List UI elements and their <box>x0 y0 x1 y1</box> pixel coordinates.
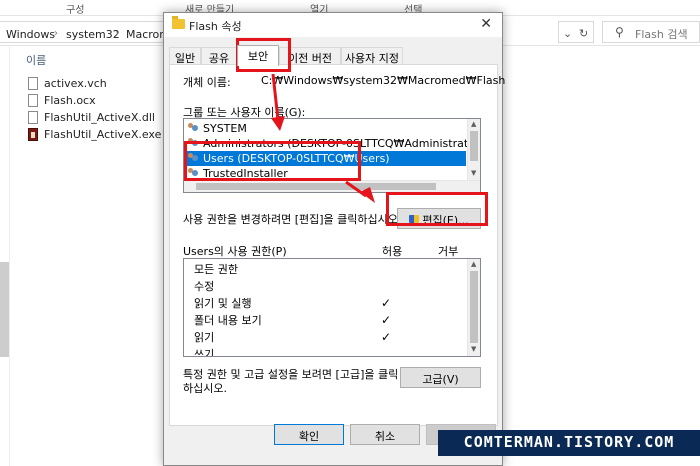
search-input[interactable]: ⚲ Flash 검색 <box>602 21 700 43</box>
permissions-title: Users의 사용 권한(P) <box>183 245 287 258</box>
permission-row: 읽기 및 실행 <box>194 297 252 310</box>
close-icon[interactable]: ✕ <box>480 16 492 32</box>
scrollbar-thumb[interactable] <box>470 271 478 343</box>
tab-general[interactable]: 일반 <box>169 47 201 65</box>
search-placeholder: Flash 검색 <box>635 28 688 41</box>
permissions-allow-header: 허용 <box>382 245 403 258</box>
scrollbar-thumb[interactable] <box>470 131 478 161</box>
file-icon <box>28 94 38 107</box>
scrollbar-thumb[interactable] <box>196 183 436 190</box>
group-name: SYSTEM <box>203 122 247 135</box>
permissions-deny-header: 거부 <box>438 245 459 258</box>
file-name: FlashUtil_ActiveX.exe <box>44 128 162 141</box>
breadcrumb-separator: › <box>54 28 58 39</box>
cancel-button[interactable]: 취소 <box>350 424 420 445</box>
chevron-down-icon[interactable]: ⌄ <box>563 27 572 40</box>
security-panel: 개체 이름: C:₩Windows₩system32₩Macromed₩Flas… <box>169 64 505 426</box>
breadcrumb-windows[interactable]: Windows <box>6 28 55 41</box>
flash-exe-icon <box>28 128 38 141</box>
change-hint: 사용 권한을 변경하려면 [편집]을 클릭하십시오. <box>183 213 402 226</box>
file-icon <box>28 77 38 90</box>
scroll-up-icon[interactable]: ▲ <box>471 120 476 128</box>
breadcrumb-system32[interactable]: system32 <box>66 28 120 41</box>
highlight-edit-button <box>386 192 488 226</box>
ok-button[interactable]: 확인 <box>274 424 344 445</box>
highlight-users-item <box>184 141 361 181</box>
advanced-hint: 하십시오. <box>183 382 227 395</box>
advanced-button[interactable]: 고급(V) <box>400 367 481 388</box>
file-icon <box>28 111 38 124</box>
column-header-name[interactable]: 이름 <box>26 52 46 68</box>
refresh-icon[interactable]: ↻ <box>579 27 588 40</box>
permission-row: 모든 권한 <box>194 263 238 276</box>
tab-customize[interactable]: 사용자 지정 <box>341 47 403 65</box>
group-item-system[interactable]: SYSTEM <box>185 121 466 136</box>
watermark: COMTERMAN.TISTORY.COM <box>438 430 700 456</box>
permissions-list: 모든 권한 수정 읽기 및 실행 폴더 내용 보기 읽기 쓰기 ✓ ✓ ✓ ▲ … <box>183 258 481 357</box>
file-name: FlashUtil_ActiveX.dll <box>44 111 155 124</box>
file-name: activex.vch <box>44 77 107 90</box>
folder-icon <box>172 16 185 29</box>
groups-horizontal-scrollbar[interactable] <box>184 180 480 192</box>
scroll-down-icon[interactable]: ▼ <box>471 169 476 177</box>
permission-row: 수정 <box>194 280 215 293</box>
permission-row: 읽기 <box>194 331 215 344</box>
navigation-pane <box>0 47 10 466</box>
permission-row: 쓰기 <box>194 348 215 357</box>
scroll-up-icon[interactable]: ▲ <box>471 260 476 268</box>
file-name: Flash.ocx <box>44 94 96 107</box>
properties-dialog: Flash 속성 ✕ 일반 공유 보안 이전 버전 사용자 지정 개체 이름: … <box>163 12 505 466</box>
search-icon: ⚲ <box>615 25 624 39</box>
ribbon-tab-organize[interactable]: 구성 <box>66 1 84 16</box>
groups-vertical-scrollbar[interactable]: ▲ ▼ <box>467 119 480 180</box>
permissions-scrollbar[interactable]: ▲ ▼ <box>467 259 480 356</box>
object-name-value: C:₩Windows₩system32₩Macromed₩Flash <box>261 74 506 87</box>
breadcrumb-separator: › <box>115 28 119 39</box>
tab-security[interactable]: 보안 <box>237 45 279 66</box>
allow-check-icon: ✓ <box>381 330 392 344</box>
object-name-label: 개체 이름: <box>183 76 231 89</box>
tab-strip: 일반 공유 보안 이전 버전 사용자 지정 <box>169 45 499 66</box>
dialog-title: Flash 속성 <box>189 20 242 33</box>
breadcrumb[interactable]: Windows › system32 › Macromed <box>0 21 184 43</box>
allow-check-icon: ✓ <box>381 296 392 310</box>
scroll-down-icon[interactable]: ▼ <box>471 345 476 353</box>
allow-check-icon: ✓ <box>381 313 392 327</box>
tab-sharing[interactable]: 공유 <box>201 47 237 65</box>
address-controls: ⌄ ↻ <box>558 21 594 43</box>
nav-scrollbar-thumb[interactable] <box>0 262 9 357</box>
dialog-titlebar[interactable]: Flash 속성 ✕ <box>164 13 502 37</box>
user-group-icon <box>188 123 200 134</box>
permission-row: 폴더 내용 보기 <box>194 314 262 327</box>
